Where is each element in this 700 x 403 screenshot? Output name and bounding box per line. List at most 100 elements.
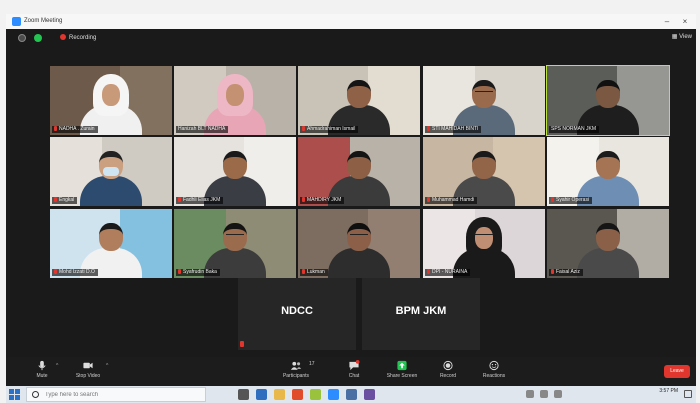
participant-name: NDCC [281, 305, 313, 317]
record-button[interactable]: Record [426, 359, 470, 385]
glasses [475, 91, 493, 95]
participant-face [99, 223, 123, 251]
participant-tile[interactable]: DPI - NURAINA [423, 209, 545, 278]
window-title: Zoom Meeting [24, 18, 63, 24]
zoom-taskbar-icon[interactable] [328, 389, 339, 400]
outlook-icon[interactable] [310, 389, 321, 400]
participant-name-tag: Syahir Operasi [549, 197, 593, 204]
task-view-icon[interactable] [238, 389, 249, 400]
leave-meeting-button[interactable]: Leave [664, 365, 690, 378]
minimize-icon[interactable]: – [660, 16, 674, 27]
muted-mic-icon [54, 197, 57, 202]
participant-tile[interactable]: STI MAHIDAH BINTI [423, 66, 545, 135]
participant-name-tag: STI MAHIDAH BINTI [425, 126, 482, 133]
participant-face [102, 84, 120, 106]
participant-tile[interactable]: Engkal [50, 137, 172, 206]
participant-name-tag: Syafrudin Baka [176, 269, 220, 276]
muted-mic-icon [302, 126, 305, 131]
participant-face [475, 227, 493, 249]
close-icon[interactable]: × [678, 16, 692, 27]
participant-name-tag: Hanizah BLT NADHA [176, 126, 229, 133]
participant-tile[interactable]: SPS NORMAN JKM [546, 65, 670, 136]
participant-tile[interactable]: Lukman [298, 209, 420, 278]
zoom-app-icon [12, 17, 21, 26]
participant-name: DPI - NURAINA [432, 269, 468, 275]
participant-face [596, 223, 620, 251]
participant-name: Faisal Aziz [556, 269, 580, 275]
participant-tile[interactable]: MAHDIRY JKM [298, 137, 420, 206]
participant-tile[interactable]: Syafrudin Baka [174, 209, 296, 278]
mute-label: Mute [36, 373, 48, 379]
participant-tile[interactable]: Syahir Operasi [547, 137, 669, 206]
glasses [475, 234, 493, 238]
meeting-toolbar: Mute ^ Stop Video ^ Participants 17 Chat… [6, 357, 696, 386]
file-explorer-icon[interactable] [274, 389, 285, 400]
record-dot-icon [60, 34, 66, 40]
participant-face [596, 151, 620, 179]
windows-start-icon[interactable] [9, 389, 20, 400]
participant-face [347, 151, 371, 179]
network-icon[interactable] [526, 390, 534, 398]
share-screen-icon [397, 360, 407, 371]
chrome-icon[interactable] [292, 389, 303, 400]
participant-tile[interactable]: Faisal Aziz [547, 209, 669, 278]
participant-tile-bpm-jkm[interactable]: BPM JKM [362, 278, 480, 350]
participant-tile[interactable]: Fadhli Elias JKM [174, 137, 296, 206]
taskbar-search[interactable] [26, 387, 206, 402]
participant-face [596, 80, 620, 108]
view-button[interactable]: ▦ View [672, 32, 692, 42]
chat-label: Chat [348, 373, 360, 379]
participant-name-tag: NADHA . Zurain [52, 126, 98, 133]
participant-name: Fadhli Elias JKM [183, 197, 221, 203]
participant-name-tag: MAHDIRY JKM [300, 197, 345, 204]
video-camera-icon [83, 362, 93, 369]
participants-icon [290, 361, 302, 370]
volume-icon[interactable] [540, 390, 548, 398]
taskbar-clock[interactable]: 3:57 PM [659, 389, 678, 394]
participant-face [472, 151, 496, 179]
search-input[interactable] [45, 389, 195, 400]
participant-name-tag: Fadhli Elias JKM [176, 197, 224, 204]
participant-tile[interactable]: Mohd Izzati D.O [50, 209, 172, 278]
participant-tile[interactable]: Muhammad Hamdi [423, 137, 545, 206]
participant-tile-ndcc[interactable]: NDCC [238, 278, 356, 350]
edge-browser-icon[interactable] [256, 389, 267, 400]
reactions-button[interactable]: Reactions [472, 359, 516, 385]
participants-count: 17 [309, 361, 315, 367]
stop-video-button[interactable]: Stop Video [66, 359, 110, 385]
notification-icon[interactable] [684, 390, 692, 398]
face-mask [103, 167, 119, 176]
meeting-window: Recording ▦ View NADHA . Zurain Hanizah B… [6, 29, 696, 386]
chat-button[interactable]: Chat [332, 359, 376, 385]
share-screen-button[interactable]: Share Screen [380, 359, 424, 385]
participant-face [223, 151, 247, 179]
reactions-label: Reactions [482, 373, 506, 379]
participant-name: Syafrudin Baka [183, 269, 217, 275]
screen: Zoom Meeting – × Recording ▦ View NADHA … [0, 0, 700, 403]
microphone-icon [38, 360, 46, 371]
battery-icon[interactable] [554, 390, 562, 398]
muted-mic-icon [302, 269, 305, 274]
participant-tile[interactable]: Ahmadrahiman Ismail [298, 66, 420, 135]
encryption-shield-icon[interactable] [34, 34, 42, 42]
muted-mic-icon [427, 197, 430, 202]
onenote-icon[interactable] [364, 389, 375, 400]
participant-name: NADHA . Zurain [59, 126, 95, 132]
participant-name: Hanizah BLT NADHA [178, 126, 226, 132]
participant-face [226, 84, 244, 106]
video-options-caret-icon[interactable]: ^ [106, 363, 108, 369]
participant-name: BPM JKM [395, 305, 447, 317]
participant-name-tag: Lukman [300, 269, 328, 276]
participant-tile[interactable]: Hanizah BLT NADHA [174, 66, 296, 135]
clock-time: 3:57 PM [659, 388, 678, 394]
audio-options-caret-icon[interactable]: ^ [56, 363, 58, 369]
participant-name-tag: DPI - NURAINA [425, 269, 471, 276]
recording-indicator[interactable]: Recording [60, 33, 96, 43]
participant-tile[interactable]: NADHA . Zurain [50, 66, 172, 135]
participant-name: Lukman [307, 269, 325, 275]
meeting-info-icon[interactable] [18, 34, 26, 42]
participant-name: Syahir Operasi [556, 197, 590, 203]
word-icon[interactable] [346, 389, 357, 400]
view-label: View [679, 34, 692, 40]
participant-name: MAHDIRY JKM [307, 197, 342, 203]
